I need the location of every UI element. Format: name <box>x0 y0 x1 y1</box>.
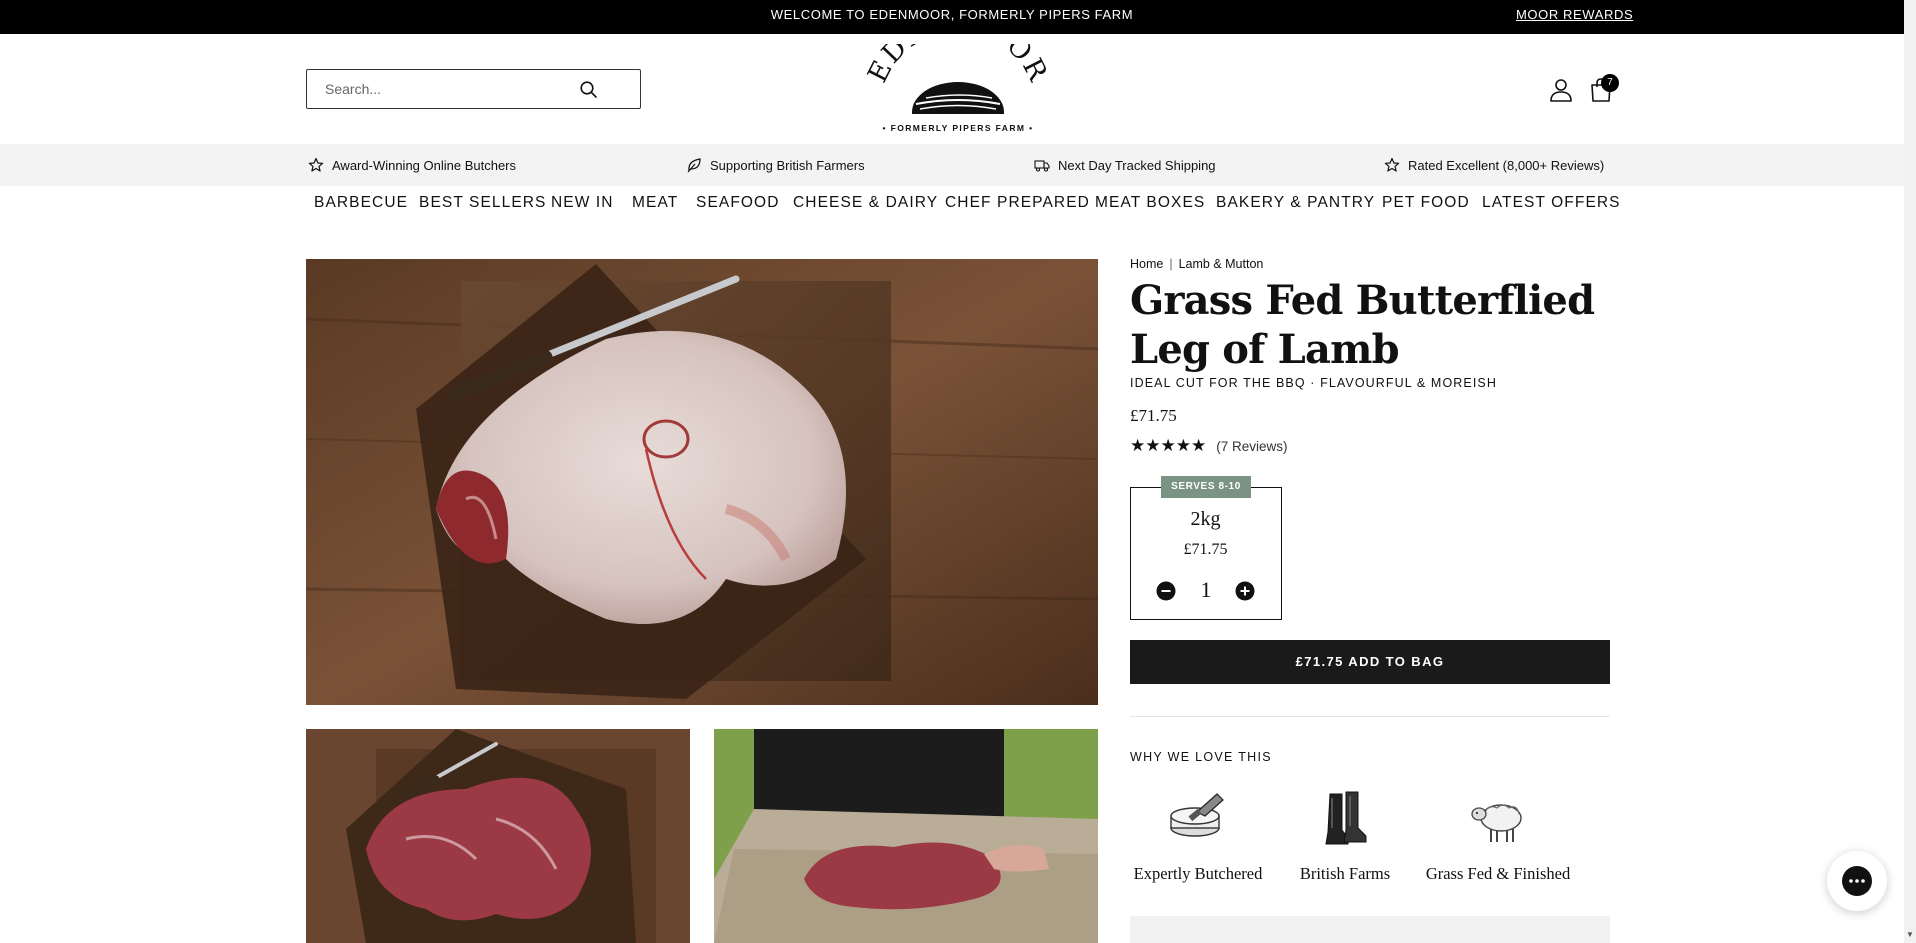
breadcrumb-home[interactable]: Home <box>1130 257 1163 271</box>
feature-british-farms: British Farms <box>1270 788 1420 883</box>
product-thumbnail-1[interactable] <box>306 729 690 943</box>
variant-weight: 2kg <box>1190 508 1221 530</box>
feature-expertly-butchered: Expertly Butchered <box>1123 788 1273 883</box>
feature-label: Expertly Butchered <box>1133 864 1263 883</box>
bag-count-badge: 7 <box>1601 74 1619 92</box>
search-box[interactable] <box>306 69 641 109</box>
chat-button[interactable] <box>1827 851 1887 911</box>
product-thumbnail-2[interactable] <box>714 729 1098 943</box>
product-price: £71.75 <box>1130 406 1177 425</box>
feature-grass-fed: Grass Fed & Finished <box>1423 788 1573 883</box>
wellington-boots-icon <box>1325 791 1367 845</box>
minus-icon[interactable] <box>1156 581 1176 601</box>
nav-bakery-pantry[interactable]: BAKERY & PANTRY <box>1216 194 1375 212</box>
usp-item: Supporting British Farmers <box>686 144 865 186</box>
search-input[interactable] <box>325 70 585 108</box>
scroll-down-icon[interactable]: ▼ <box>1906 930 1914 939</box>
usp-item: Next Day Tracked Shipping <box>1034 144 1216 186</box>
star-rating: ★★★★★ <box>1130 436 1207 455</box>
nav-meat-boxes[interactable]: MEAT BOXES <box>1095 194 1205 212</box>
logo-text: EDENMOOR <box>862 7 1052 88</box>
star-icon <box>308 157 324 172</box>
nav-barbecue[interactable]: BARBECUE <box>314 194 408 212</box>
chat-icon <box>1842 866 1872 896</box>
product-main-image[interactable] <box>306 259 1098 705</box>
nav-best-sellers[interactable]: BEST SELLERS <box>419 194 547 212</box>
usp-label: Award-Winning Online Butchers <box>332 157 517 173</box>
usp-item: Rated Excellent (8,000+ Reviews) <box>1384 144 1604 186</box>
usp-label: Rated Excellent (8,000+ Reviews) <box>1408 157 1605 173</box>
usp-bar: Award-Winning Online Butchers Supporting… <box>0 144 1904 186</box>
feature-label: Grass Fed & Finished <box>1425 864 1571 883</box>
logo-mark: EDENMOOR <box>862 7 1054 114</box>
quantity-value[interactable]: 1 <box>1181 577 1231 603</box>
moor-rewards-link[interactable]: MOOR REWARDS <box>1516 0 1633 29</box>
scrollbar[interactable] <box>1904 0 1916 943</box>
main-nav: BARBECUE BEST SELLERS NEW IN MEAT SEAFOO… <box>0 186 1904 218</box>
usp-label: Supporting British Farmers <box>710 157 865 173</box>
info-accordion-panel[interactable] <box>1130 916 1610 943</box>
product-subtitle: IDEAL CUT FOR THE BBQ · FLAVOURFUL & MOR… <box>1130 376 1497 390</box>
nav-new-in[interactable]: NEW IN <box>551 194 614 212</box>
product-rating: ★★★★★ (7 Reviews) <box>1130 436 1287 456</box>
breadcrumb: Home | Lamb & Mutton <box>1130 257 1263 271</box>
add-to-bag-button[interactable]: £71.75 ADD TO BAG <box>1130 640 1610 684</box>
leaf-icon <box>687 158 701 173</box>
reviews-link[interactable]: (7 Reviews) <box>1216 439 1287 454</box>
star-icon <box>1384 157 1400 172</box>
usp-label: Next Day Tracked Shipping <box>1058 157 1216 173</box>
serves-badge: SERVES 8-10 <box>1161 476 1251 498</box>
logo-subtitle: • FORMERLY PIPERS FARM • <box>882 123 1034 133</box>
nav-cheese-dairy[interactable]: CHEESE & DAIRY <box>793 194 938 212</box>
svg-text:EDENMOOR: EDENMOOR <box>862 44 1054 88</box>
account-icon[interactable] <box>1549 77 1573 103</box>
nav-pet-food[interactable]: PET FOOD <box>1382 194 1470 212</box>
nav-seafood[interactable]: SEAFOOD <box>696 194 780 212</box>
nav-latest-offers[interactable]: LATEST OFFERS <box>1482 194 1621 212</box>
truck-icon <box>1034 160 1050 172</box>
site-header: EDENMOOR • FORMERLY PIPERS FARM • 7 <box>0 7 1904 144</box>
why-we-love-this-heading: WHY WE LOVE THIS <box>1130 750 1272 764</box>
usp-item: Award-Winning Online Butchers <box>308 144 516 186</box>
variant-card[interactable]: SERVES 8-10 2kg £71.75 1 <box>1130 476 1282 620</box>
breadcrumb-lamb-mutton[interactable]: Lamb & Mutton <box>1179 257 1264 271</box>
divider <box>1130 716 1610 717</box>
nav-meat[interactable]: MEAT <box>632 194 678 212</box>
plus-icon[interactable] <box>1235 581 1255 601</box>
nav-chef-prepared[interactable]: CHEF PREPARED <box>945 194 1090 212</box>
edenmoor-logo[interactable]: EDENMOOR • FORMERLY PIPERS FARM • <box>860 7 1056 138</box>
sheep-icon <box>1471 804 1522 842</box>
product-title: Grass Fed Butterflied Leg of Lamb <box>1130 277 1595 373</box>
announcement-bar: WELCOME TO EDENMOOR, FORMERLY PIPERS FAR… <box>0 0 1904 34</box>
variant-price: £71.75 <box>1183 541 1228 558</box>
search-icon[interactable] <box>579 80 599 100</box>
breadcrumb-separator: | <box>1169 257 1173 271</box>
feature-label: British Farms <box>1299 864 1391 883</box>
butcher-block-icon <box>1170 793 1224 837</box>
